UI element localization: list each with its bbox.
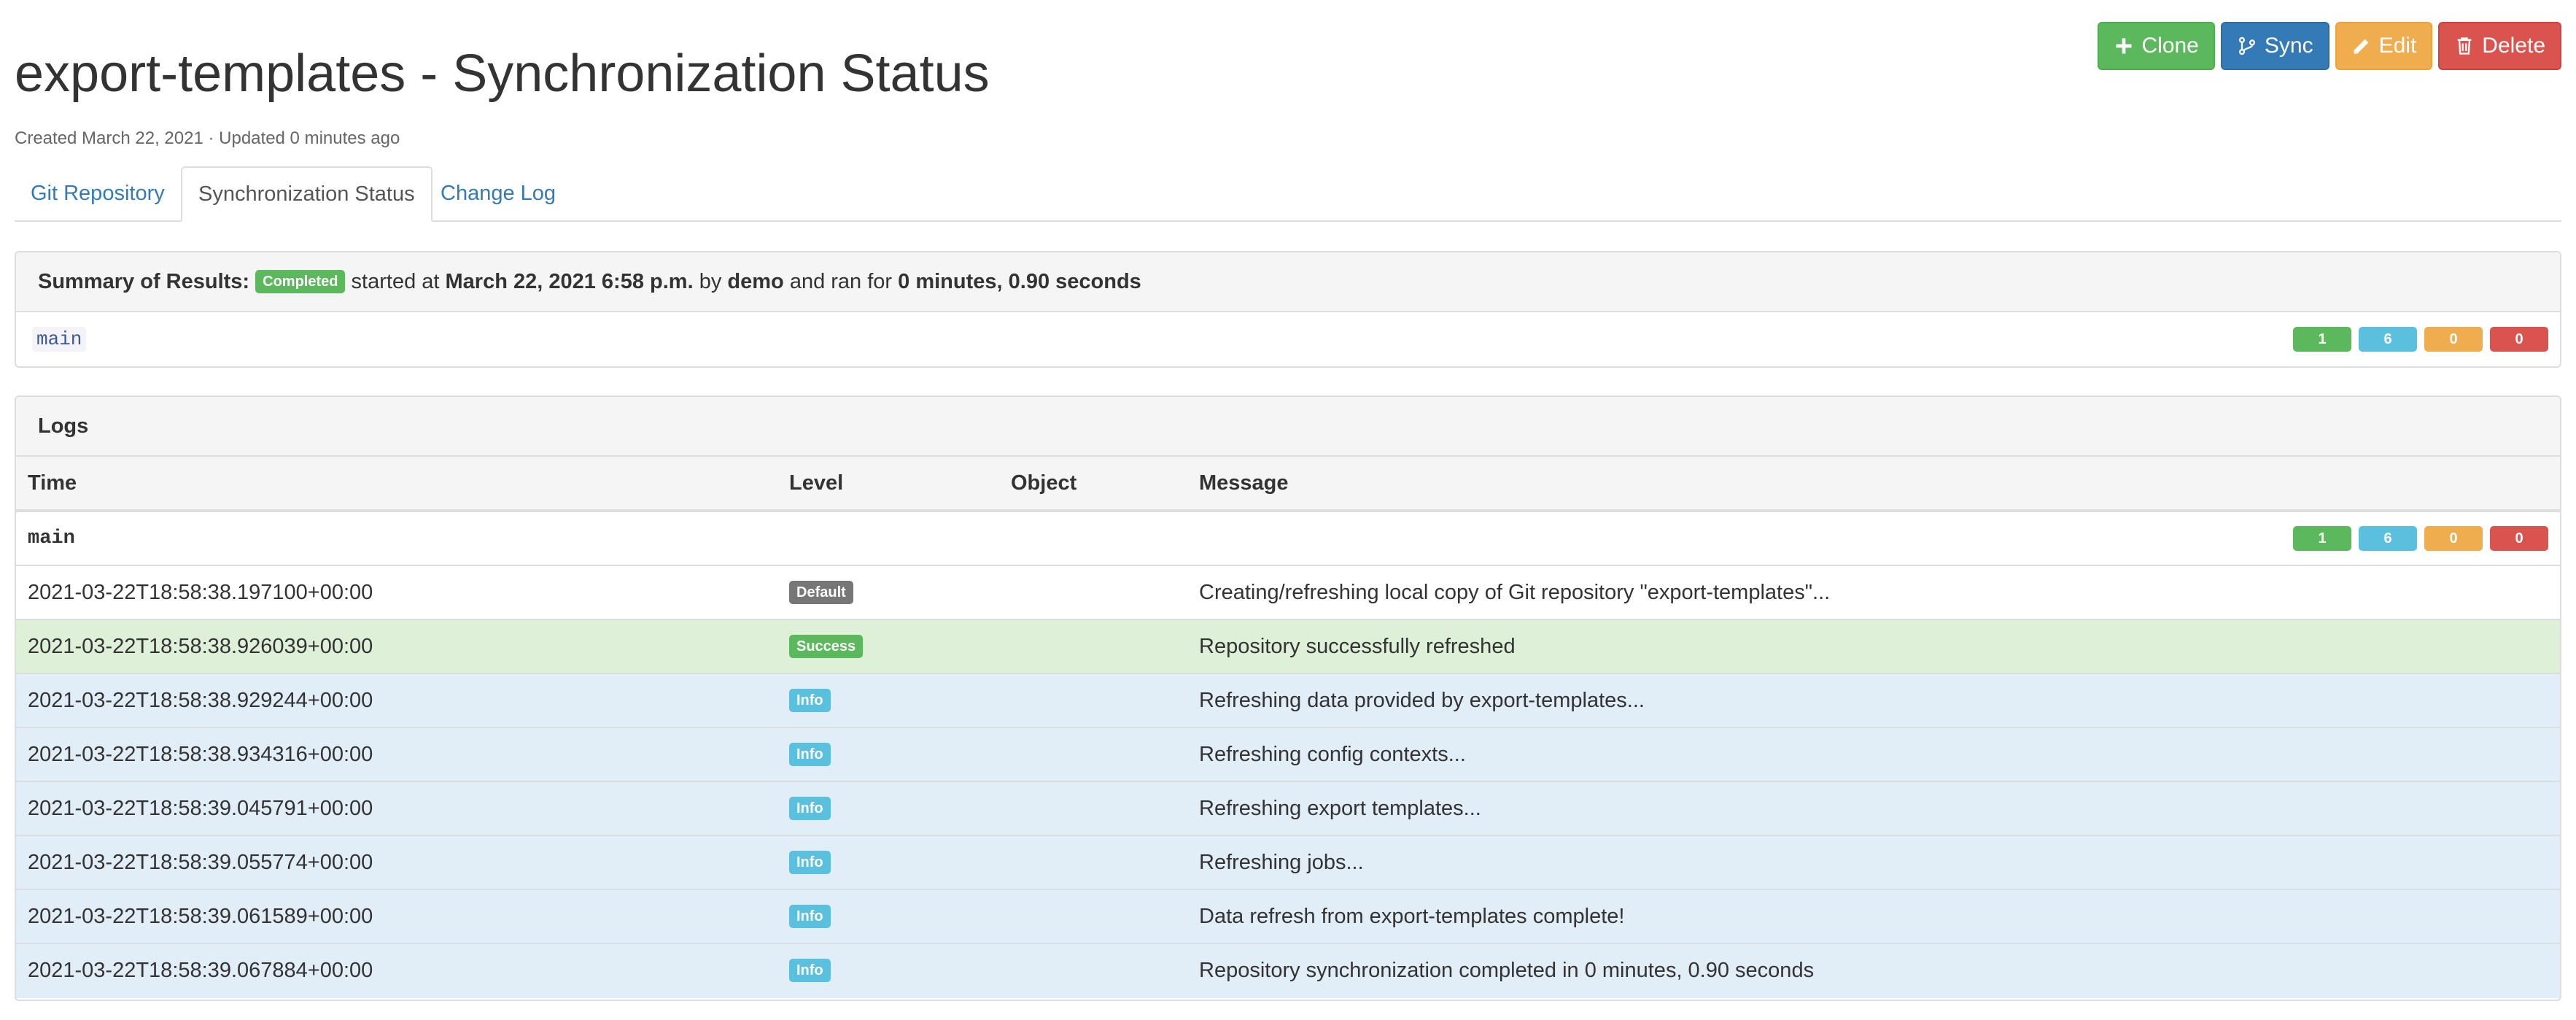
group-failure-count-badge: 0	[2490, 526, 2548, 551]
log-level-badge: Info	[789, 797, 831, 820]
log-level-cell: Info	[789, 728, 831, 781]
log-row: 2021-03-22T18:58:39.067884+00:00 Info Repo…	[16, 944, 2560, 998]
log-message: Repository successfully refreshed	[1199, 634, 1516, 658]
tab-synchronization-status[interactable]: Synchronization Status	[181, 166, 432, 222]
log-level-badge: Info	[789, 689, 831, 712]
started-text: started at	[351, 269, 440, 293]
logs-table-body: main 1 6 0 0 2021-03-22T18:58:38.197100+…	[16, 512, 2560, 998]
log-row: 2021-03-22T18:58:38.197100+00:00 Default C…	[16, 566, 2560, 620]
failure-count-badge: 0	[2490, 327, 2548, 352]
log-time: 2021-03-22T18:58:39.055774+00:00	[28, 850, 373, 874]
run-user: demo	[727, 269, 784, 293]
log-message: Creating/refreshing local copy of Git re…	[1199, 580, 1831, 604]
group-success-count-badge: 1	[2293, 526, 2351, 551]
page-title: export-templates - Synchronization Statu…	[15, 45, 990, 103]
log-time: 2021-03-22T18:58:38.934316+00:00	[28, 742, 373, 766]
edit-button[interactable]: Edit	[2335, 22, 2433, 70]
log-group-name: main	[28, 528, 75, 549]
log-message: Refreshing export templates...	[1199, 796, 1481, 820]
plus-icon	[2116, 38, 2132, 54]
log-message: Repository synchronization completed in …	[1199, 958, 1815, 982]
sync-button[interactable]: Sync	[2220, 22, 2329, 70]
logs-heading: Logs	[16, 397, 2560, 457]
log-level-cell: Success	[789, 620, 864, 673]
log-message: Refreshing config contexts...	[1199, 742, 1466, 766]
summary-panel: Summary of Results: Completed started at…	[15, 251, 2561, 368]
summary-prefix: Summary of Results:	[38, 269, 250, 293]
info-count-badge: 6	[2359, 327, 2417, 352]
log-time: 2021-03-22T18:58:39.067884+00:00	[28, 958, 373, 982]
log-level-badge: Info	[789, 743, 831, 766]
warning-count-badge: 0	[2424, 327, 2483, 352]
log-row: 2021-03-22T18:58:39.061589+00:00 Info Data…	[16, 890, 2560, 944]
status-badge: Completed	[255, 270, 346, 293]
pencil-icon	[2354, 39, 2368, 54]
tab-change-log[interactable]: Change Log	[424, 166, 572, 220]
delete-button-label: Delete	[2482, 34, 2545, 58]
logs-panel: Logs Time Level Object Message main 1 6 …	[15, 395, 2561, 1001]
started-at: March 22, 2021 6:58 p.m.	[445, 269, 694, 293]
group-info-count-badge: 6	[2359, 526, 2417, 551]
summary-counts: 1 6 0 0	[2293, 327, 2548, 352]
log-message: Refreshing jobs...	[1199, 850, 1364, 874]
log-row: 2021-03-22T18:58:38.929244+00:00 Info Refr…	[16, 674, 2560, 728]
trash-icon	[2457, 37, 2472, 55]
success-count-badge: 1	[2293, 327, 2351, 352]
log-level-cell: Info	[789, 944, 831, 997]
summary-heading: Summary of Results: Completed started at…	[16, 252, 2560, 312]
log-row: 2021-03-22T18:58:38.926039+00:00 Success R…	[16, 620, 2560, 674]
group-counts: 1 6 0 0	[2293, 512, 2548, 565]
log-message: Data refresh from export-templates compl…	[1199, 904, 1625, 928]
log-group-row: main 1 6 0 0	[16, 512, 2560, 566]
log-row: 2021-03-22T18:58:38.934316+00:00 Info Refr…	[16, 728, 2560, 782]
log-level-badge: Info	[789, 851, 831, 874]
sync-button-label: Sync	[2264, 34, 2313, 58]
log-level-badge: Info	[789, 959, 831, 982]
page-subtitle: Created March 22, 2021 · Updated 0 minut…	[15, 128, 400, 148]
edit-button-label: Edit	[2378, 34, 2417, 58]
log-time: 2021-03-22T18:58:39.045791+00:00	[28, 796, 373, 820]
log-level-badge: Default	[789, 581, 853, 604]
log-time: 2021-03-22T18:58:38.197100+00:00	[28, 580, 373, 604]
ran-text: and ran for	[789, 269, 893, 293]
log-level-cell: Info	[789, 890, 831, 943]
log-row: 2021-03-22T18:58:39.045791+00:00 Info Refr…	[16, 782, 2560, 836]
log-level-cell: Default	[789, 566, 853, 619]
column-header-message: Message	[1199, 471, 1289, 495]
tab-bar: Git Repository Synchronization Status Ch…	[15, 166, 2561, 222]
column-header-object: Object	[1011, 471, 1077, 495]
log-time: 2021-03-22T18:58:38.929244+00:00	[28, 688, 373, 712]
log-level-cell: Info	[789, 836, 831, 889]
log-row: 2021-03-22T18:58:39.055774+00:00 Info Refr…	[16, 836, 2560, 890]
log-time: 2021-03-22T18:58:39.061589+00:00	[28, 904, 373, 928]
source-branch-icon	[2238, 36, 2255, 55]
by-text: by	[699, 269, 722, 293]
log-level-badge: Info	[789, 905, 831, 928]
tab-git-repository[interactable]: Git Repository	[15, 166, 181, 220]
summary-body: main 1 6 0 0	[16, 312, 2560, 366]
log-message: Refreshing data provided by export-templ…	[1199, 688, 1645, 712]
log-level-badge: Success	[789, 635, 864, 658]
run-duration: 0 minutes, 0.90 seconds	[898, 269, 1141, 293]
branch-name: main	[32, 327, 87, 352]
action-buttons: Clone Sync Edit Delete	[2098, 22, 2561, 70]
clone-button-label: Clone	[2141, 34, 2199, 58]
delete-button[interactable]: Delete	[2438, 22, 2561, 70]
clone-button[interactable]: Clone	[2098, 22, 2215, 70]
column-header-time: Time	[28, 471, 77, 495]
logs-table-header: Time Level Object Message	[16, 457, 2560, 512]
column-header-level: Level	[789, 471, 844, 495]
log-level-cell: Info	[789, 674, 831, 727]
group-warning-count-badge: 0	[2424, 526, 2483, 551]
log-time: 2021-03-22T18:58:38.926039+00:00	[28, 634, 373, 658]
log-level-cell: Info	[789, 782, 831, 835]
